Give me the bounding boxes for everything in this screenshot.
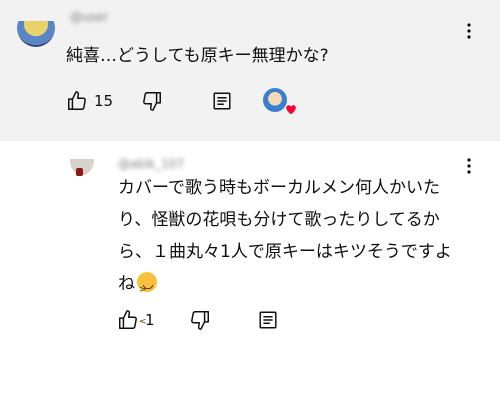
like-count: 15: [94, 92, 114, 110]
comment-author-handle[interactable]: @abik_107: [118, 157, 184, 171]
avatar[interactable]: [68, 159, 96, 179]
like-button[interactable]: 15: [66, 90, 113, 112]
more-vertical-icon[interactable]: [459, 156, 479, 176]
reply-icon: [213, 92, 231, 110]
thumbs-down-icon: [190, 311, 209, 330]
comment: @abik_107 カバーで歌う時もボーカルメン何人かいたり、怪獣の花唄も分けて…: [0, 141, 500, 401]
comment-author-handle[interactable]: @user: [70, 10, 108, 24]
dislike-button[interactable]: [141, 90, 163, 112]
reply-button[interactable]: [211, 90, 233, 112]
comment-actions: 1: [117, 309, 279, 331]
thumbs-up-icon: [68, 91, 86, 110]
dislike-button[interactable]: [189, 309, 211, 331]
thumbs-up-icon: [119, 310, 137, 329]
like-button[interactable]: 1: [117, 309, 155, 331]
like-count: 1: [145, 311, 155, 329]
comment-text-body: カバーで歌う時もボーカルメン何人かいたり、怪獣の花唄も分けて歌ったりしてるから、…: [118, 178, 452, 294]
thumbs-down-icon: [143, 92, 162, 111]
comment-text: 純喜…どうしても原キー無理かな?: [66, 46, 329, 66]
creator-heart-badge: [263, 88, 297, 116]
avatar[interactable]: [14, 21, 56, 55]
reply-button[interactable]: [257, 309, 279, 331]
comment-text: カバーで歌う時もボーカルメン何人かいたり、怪獣の花唄も分けて歌ったりしてるから、…: [118, 172, 458, 338]
heart-icon: [285, 104, 297, 116]
more-vertical-icon[interactable]: [459, 21, 479, 41]
reply-icon: [259, 311, 277, 329]
persevering-face-emoji: [137, 272, 157, 338]
comment-highlighted: @user 純喜…どうしても原キー無理かな? 15: [0, 0, 500, 141]
comment-actions: 15: [66, 88, 297, 116]
